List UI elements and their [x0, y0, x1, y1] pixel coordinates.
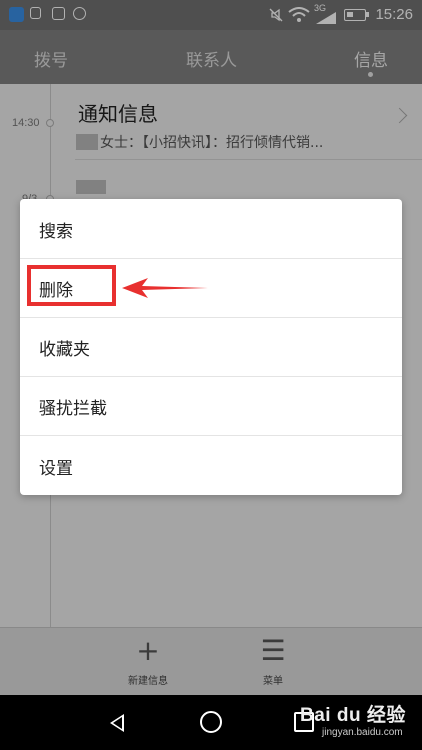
highlight-box — [27, 265, 116, 306]
red-arrow-icon — [122, 278, 208, 298]
menu-item-settings[interactable]: 设置 — [20, 436, 402, 495]
menu-item-spam-block[interactable]: 骚扰拦截 — [20, 376, 402, 435]
options-menu: 搜索 删除 收藏夹 骚扰拦截 设置 — [20, 199, 402, 495]
menu-item-search[interactable]: 搜索 — [20, 199, 402, 258]
menu-item-favorites[interactable]: 收藏夹 — [20, 317, 402, 376]
baidu-jingyan-watermark: Bai du 经验 jingyan.baidu.com — [300, 705, 406, 738]
messaging-app-screen: 3G 15:26 拨号 联系人 信息 14:30 通知信息 女士：【小招快讯】：… — [0, 0, 422, 750]
home-icon[interactable] — [200, 711, 222, 733]
